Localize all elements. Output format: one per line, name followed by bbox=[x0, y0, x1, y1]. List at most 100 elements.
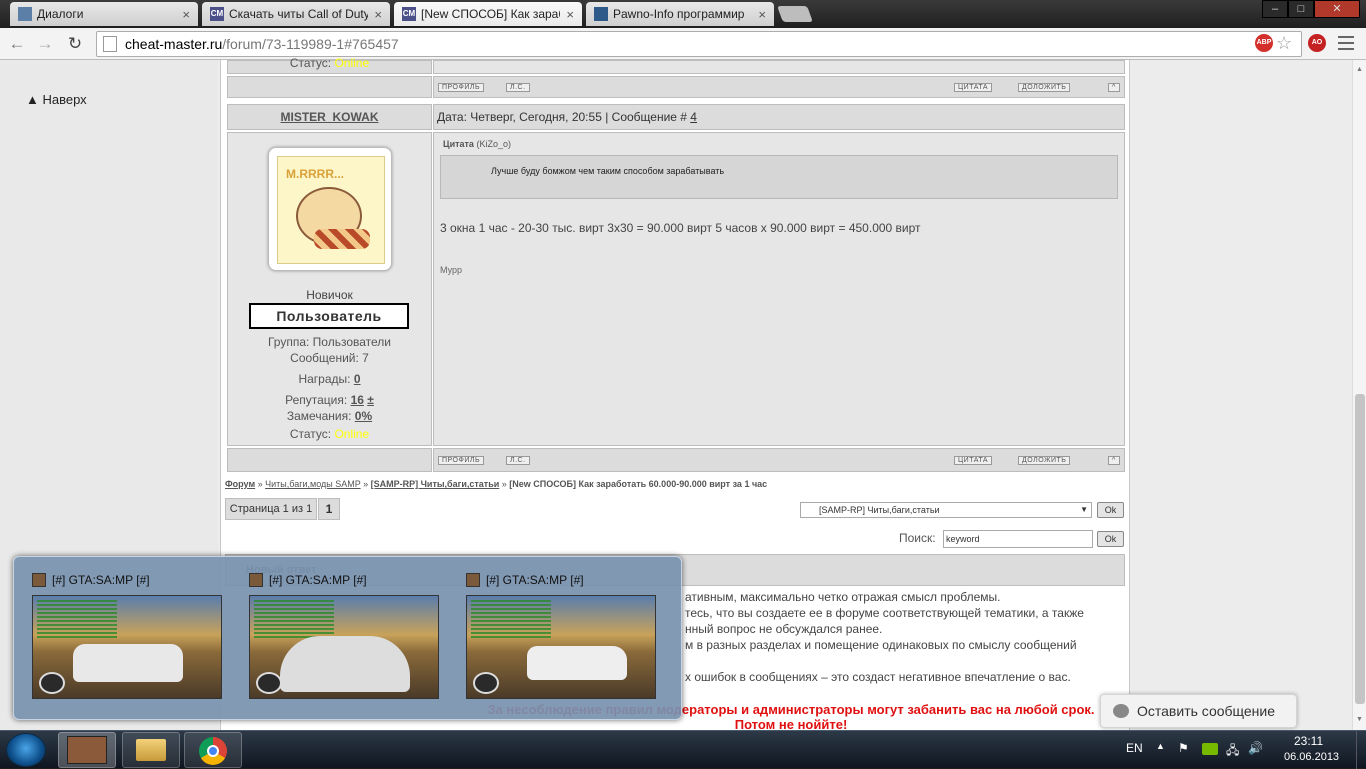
rule-line: нный вопрос не обсуждался ранее. bbox=[685, 622, 883, 636]
windows-taskbar: EN ▲ ⚑ 🖧 🔊 23:11 06.06.2013 bbox=[0, 730, 1366, 769]
signature: Мурр bbox=[440, 265, 463, 275]
quote-button[interactable]: ЦИТАТА bbox=[954, 83, 993, 92]
forum-jump-value: [SAMP-RP] Читы,баги,статьи bbox=[819, 505, 940, 515]
tab-strip: Диалоги × CM Скачать читы Call of Duty ×… bbox=[0, 0, 1366, 28]
prev-status: Статус: Online bbox=[227, 57, 432, 74]
tab-new-method[interactable]: CM [New СПОСОБ] Как зараб × bbox=[394, 2, 582, 26]
rule-line: м в разных разделах и помещение одинаков… bbox=[685, 638, 1077, 652]
preview-window-2[interactable]: [#] GTA:SA:MP [#] bbox=[249, 571, 445, 699]
network-icon[interactable]: 🖧 bbox=[1226, 741, 1239, 762]
tab-title: [New СПОСОБ] Как зараб bbox=[421, 7, 561, 21]
preview-title: [#] GTA:SA:MP [#] bbox=[269, 573, 367, 587]
report-button[interactable]: ДОЛОЖИТЬ bbox=[1018, 83, 1071, 92]
post-date: Дата: Четверг, Сегодня, 20:55 | Сообщени… bbox=[437, 110, 691, 124]
gta-sa-icon bbox=[67, 736, 107, 764]
preview-window-1[interactable]: [#] GTA:SA:MP [#] bbox=[32, 571, 228, 699]
maximize-button[interactable]: □ bbox=[1288, 0, 1314, 18]
close-window-button[interactable]: ✕ bbox=[1314, 0, 1360, 18]
taskbar-explorer-button[interactable] bbox=[122, 732, 180, 768]
extension-ao-icon[interactable]: AO bbox=[1308, 34, 1326, 52]
action-center-flag-icon[interactable]: ⚑ bbox=[1178, 741, 1189, 755]
pm-button[interactable]: Л.С. bbox=[506, 83, 530, 92]
rep-change-link[interactable]: ± bbox=[367, 393, 374, 407]
quote-button[interactable]: ЦИТАТА bbox=[954, 456, 993, 465]
avatar[interactable]: M.RRRR... bbox=[268, 147, 392, 271]
prev-post-body bbox=[433, 60, 1125, 74]
post-text: 3 окна 1 час - 20-30 тыс. вирт 3х30 = 90… bbox=[440, 221, 921, 235]
breadcrumb-section[interactable]: Читы,баги,моды SAMP bbox=[265, 479, 360, 489]
start-button[interactable] bbox=[6, 733, 46, 767]
scarf-icon bbox=[314, 229, 370, 249]
tab-cheats-cod[interactable]: CM Скачать читы Call of Duty × bbox=[202, 2, 390, 26]
search-input[interactable]: keyword bbox=[943, 530, 1093, 548]
address-bar[interactable]: cheat-master.ru/forum/73-119989-1#765457 bbox=[96, 31, 1302, 57]
vertical-scrollbar[interactable]: ▲ ▼ bbox=[1352, 60, 1366, 730]
scroll-top-link[interactable]: ▲ Наверх bbox=[26, 92, 87, 107]
reload-icon[interactable]: ↻ bbox=[64, 33, 86, 55]
close-icon[interactable]: × bbox=[182, 7, 190, 22]
profile-button[interactable]: ПРОФИЛЬ bbox=[438, 456, 485, 465]
post-body: Цитата (KiZo_o) Лучше буду бомжом чем та… bbox=[433, 132, 1125, 446]
breadcrumb-sep: » bbox=[499, 479, 510, 489]
forum-jump-select[interactable]: [SAMP-RP] Читы,баги,статьи ▼ bbox=[800, 502, 1092, 518]
tab-title: Скачать читы Call of Duty bbox=[229, 7, 369, 21]
leave-message-button[interactable]: Оставить сообщение bbox=[1100, 694, 1297, 728]
profile-button[interactable]: ПРОФИЛЬ bbox=[438, 83, 485, 92]
taskbar-chrome-button[interactable] bbox=[184, 732, 242, 768]
back-icon[interactable]: ← bbox=[6, 33, 28, 55]
user-info: M.RRRR... Новичок Пользователь Группа: П… bbox=[227, 132, 432, 446]
close-icon[interactable]: × bbox=[566, 7, 574, 22]
adblock-icon[interactable]: ABP bbox=[1255, 34, 1273, 52]
tab-title: Pawno-Info программир bbox=[613, 7, 745, 21]
taskbar-gta-button[interactable] bbox=[58, 732, 116, 768]
post-number-link[interactable]: 4 bbox=[690, 110, 697, 124]
awards-link[interactable]: 0 bbox=[354, 372, 361, 386]
new-tab-button[interactable] bbox=[777, 6, 813, 22]
show-desktop-button[interactable] bbox=[1356, 731, 1366, 769]
minimize-button[interactable]: – bbox=[1262, 0, 1288, 18]
report-button[interactable]: ДОЛОЖИТЬ bbox=[1018, 456, 1071, 465]
jump-ok-button[interactable]: Ok bbox=[1097, 502, 1124, 518]
breadcrumb-subsection[interactable]: [SAMP-RP] Читы,баги,статьи bbox=[371, 479, 500, 489]
warn-link[interactable]: 0% bbox=[355, 409, 372, 423]
bookmark-star-icon[interactable]: ☆ bbox=[1276, 33, 1292, 54]
search-ok-button[interactable]: Ok bbox=[1097, 531, 1124, 547]
preview-window-3[interactable]: [#] GTA:SA:MP [#] bbox=[466, 571, 662, 699]
pawno-icon bbox=[594, 7, 608, 21]
rule-line: ативным, максимально четко отражая смысл… bbox=[685, 590, 1001, 604]
leave-message-label: Оставить сообщение bbox=[1137, 703, 1276, 719]
breadcrumb: Форум » Читы,баги,моды SAMP » [SAMP-RP] … bbox=[225, 479, 1125, 489]
top-button[interactable]: ^ bbox=[1108, 456, 1120, 465]
clock-date[interactable]: 06.06.2013 bbox=[1284, 751, 1339, 763]
tray-expand-icon[interactable]: ▲ bbox=[1156, 741, 1165, 751]
pager-current[interactable]: 1 bbox=[318, 498, 340, 520]
status-value: Online bbox=[334, 56, 370, 70]
scroll-down-icon[interactable]: ▼ bbox=[1356, 716, 1363, 723]
post-footer: ПРОФИЛЬ Л.С. ЦИТАТА ДОЛОЖИТЬ ^ bbox=[433, 448, 1125, 472]
gta-sa-icon bbox=[249, 573, 263, 587]
game-screenshot bbox=[466, 595, 656, 699]
url-host: cheat-master.ru bbox=[125, 36, 223, 52]
volume-icon[interactable]: 🔊 bbox=[1248, 741, 1263, 755]
top-button[interactable]: ^ bbox=[1108, 83, 1120, 92]
scrollbar-thumb[interactable] bbox=[1355, 394, 1365, 704]
pm-button[interactable]: Л.С. bbox=[506, 456, 530, 465]
tab-pawno-info[interactable]: Pawno-Info программир × bbox=[586, 2, 774, 26]
nvidia-icon[interactable] bbox=[1202, 743, 1218, 755]
rep-link[interactable]: 16 bbox=[351, 393, 364, 407]
tab-dialogs[interactable]: Диалоги × bbox=[10, 2, 198, 26]
forward-icon[interactable]: → bbox=[34, 33, 56, 55]
language-indicator[interactable]: EN bbox=[1126, 741, 1143, 755]
vk-icon bbox=[18, 7, 32, 21]
post-author-cell: MISTER_KOWAK bbox=[227, 104, 432, 130]
status-label: Статус: bbox=[289, 56, 332, 70]
clock-time[interactable]: 23:11 bbox=[1294, 734, 1323, 748]
scroll-up-icon[interactable]: ▲ bbox=[1356, 66, 1363, 73]
breadcrumb-forum[interactable]: Форум bbox=[225, 479, 255, 489]
system-tray: EN ▲ ⚑ 🖧 🔊 23:11 06.06.2013 bbox=[1116, 731, 1366, 769]
menu-icon[interactable] bbox=[1338, 36, 1354, 50]
rule-line: х ошибок в сообщениях – это создаст нега… bbox=[685, 670, 1071, 684]
close-icon[interactable]: × bbox=[374, 7, 382, 22]
close-icon[interactable]: × bbox=[758, 7, 766, 22]
author-link[interactable]: MISTER_KOWAK bbox=[280, 110, 378, 124]
